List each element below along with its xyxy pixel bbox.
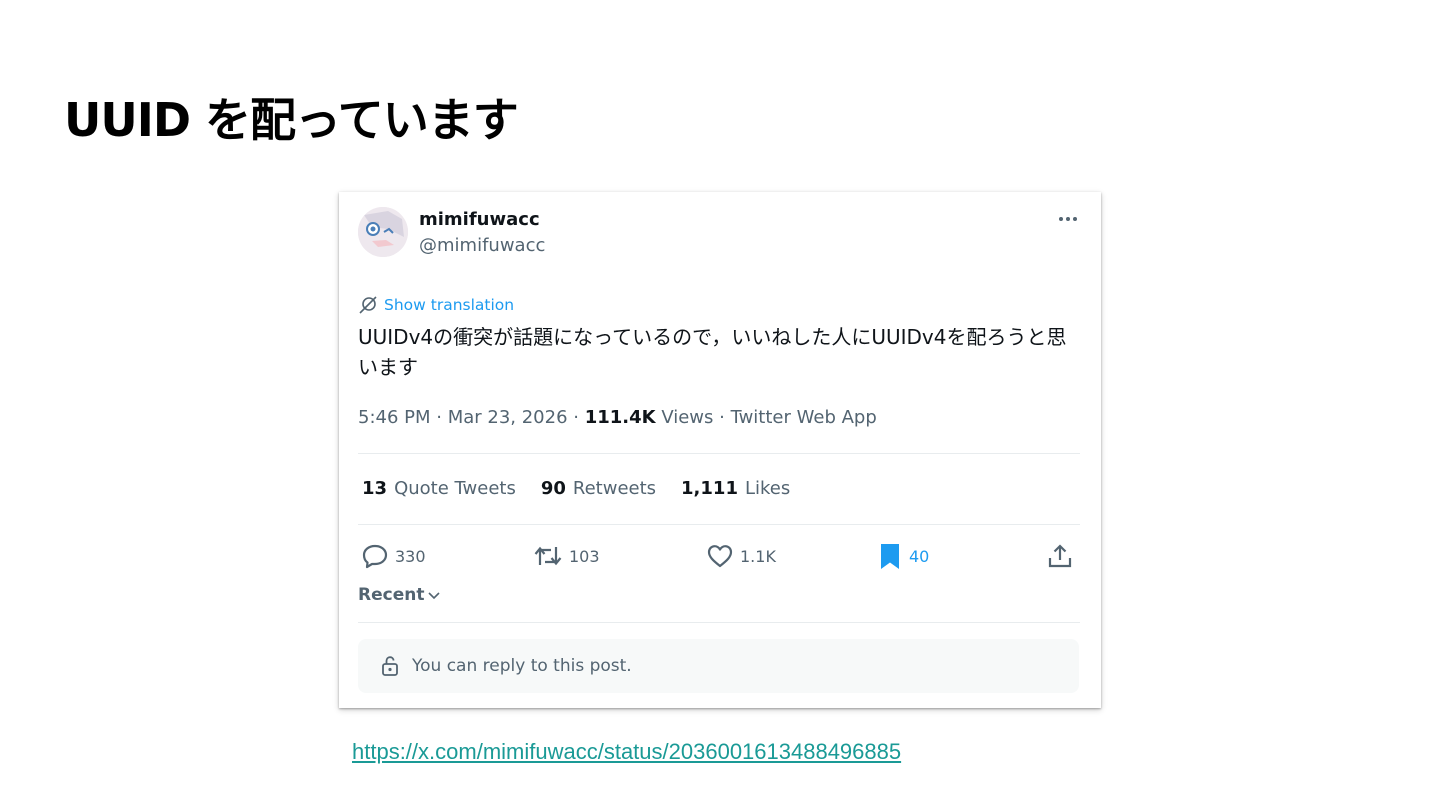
like-button[interactable]: 1.1K <box>706 541 776 571</box>
reply-button[interactable]: 330 <box>361 541 426 571</box>
reply-notice-text: You can reply to this post. <box>412 656 632 676</box>
tweet-card: mimifuwacc @mimifuwacc Show translation … <box>339 192 1101 708</box>
quote-tweets-stat[interactable]: 13 Quote Tweets <box>362 478 516 499</box>
likes-count: 1,111 <box>681 478 738 499</box>
retweets-count: 90 <box>540 478 566 499</box>
chevron-down-icon <box>428 592 441 600</box>
quote-tweets-count: 13 <box>362 478 388 499</box>
tweet-meta: 5:46 PM · Mar 23, 2026 · 111.4K Views · … <box>358 407 877 428</box>
translate-icon <box>359 296 377 314</box>
retweets-label: Retweets <box>572 478 657 499</box>
retweets-stat[interactable]: 90 Retweets <box>541 478 656 499</box>
divider <box>358 453 1080 454</box>
divider <box>358 524 1080 525</box>
quote-tweets-label: Quote Tweets <box>394 478 516 499</box>
author-name[interactable]: mimifuwacc <box>419 209 540 230</box>
like-count: 1.1K <box>740 546 776 566</box>
retweet-count: 103 <box>569 546 600 566</box>
bookmark-count: 40 <box>909 546 930 566</box>
tweet-time[interactable]: 5:46 PM · Mar 23, 2026 · <box>358 407 585 428</box>
recent-label: Recent <box>358 585 425 605</box>
tweet-stats: 13 Quote Tweets 90 Retweets 1,111 Likes <box>362 478 815 499</box>
retweet-button[interactable]: 103 <box>533 541 600 571</box>
retweet-icon <box>534 546 562 566</box>
likes-stat[interactable]: 1,111 Likes <box>681 478 790 499</box>
views-suffix: Views · Twitter Web App <box>655 407 877 428</box>
more-icon[interactable] <box>1055 206 1081 232</box>
share-button[interactable] <box>1046 541 1074 571</box>
avatar[interactable] <box>358 207 408 257</box>
slide-title: UUID を配っています <box>64 93 519 147</box>
likes-label: Likes <box>744 478 791 499</box>
show-translation-label: Show translation <box>384 296 515 314</box>
like-icon <box>707 545 733 568</box>
divider <box>358 622 1080 623</box>
reply-icon <box>362 544 388 569</box>
views-count: 111.4K <box>584 407 656 428</box>
share-icon <box>1048 544 1072 568</box>
show-translation-link[interactable]: Show translation <box>358 295 514 315</box>
author-handle[interactable]: @mimifuwacc <box>419 235 545 256</box>
sort-recent-button[interactable]: Recent <box>358 585 442 605</box>
reply-notice: You can reply to this post. <box>358 639 1079 693</box>
tweet-url-link[interactable]: https://x.com/mimifuwacc/status/20360016… <box>352 739 901 765</box>
bookmark-icon <box>881 544 899 569</box>
bookmark-button[interactable]: 40 <box>877 541 929 571</box>
lock-icon <box>382 656 398 676</box>
reply-count: 330 <box>395 546 426 566</box>
tweet-text: UUIDv4の衝突が話題になっているので，いいねした人にUUIDv4を配ろうと思… <box>358 325 1067 379</box>
